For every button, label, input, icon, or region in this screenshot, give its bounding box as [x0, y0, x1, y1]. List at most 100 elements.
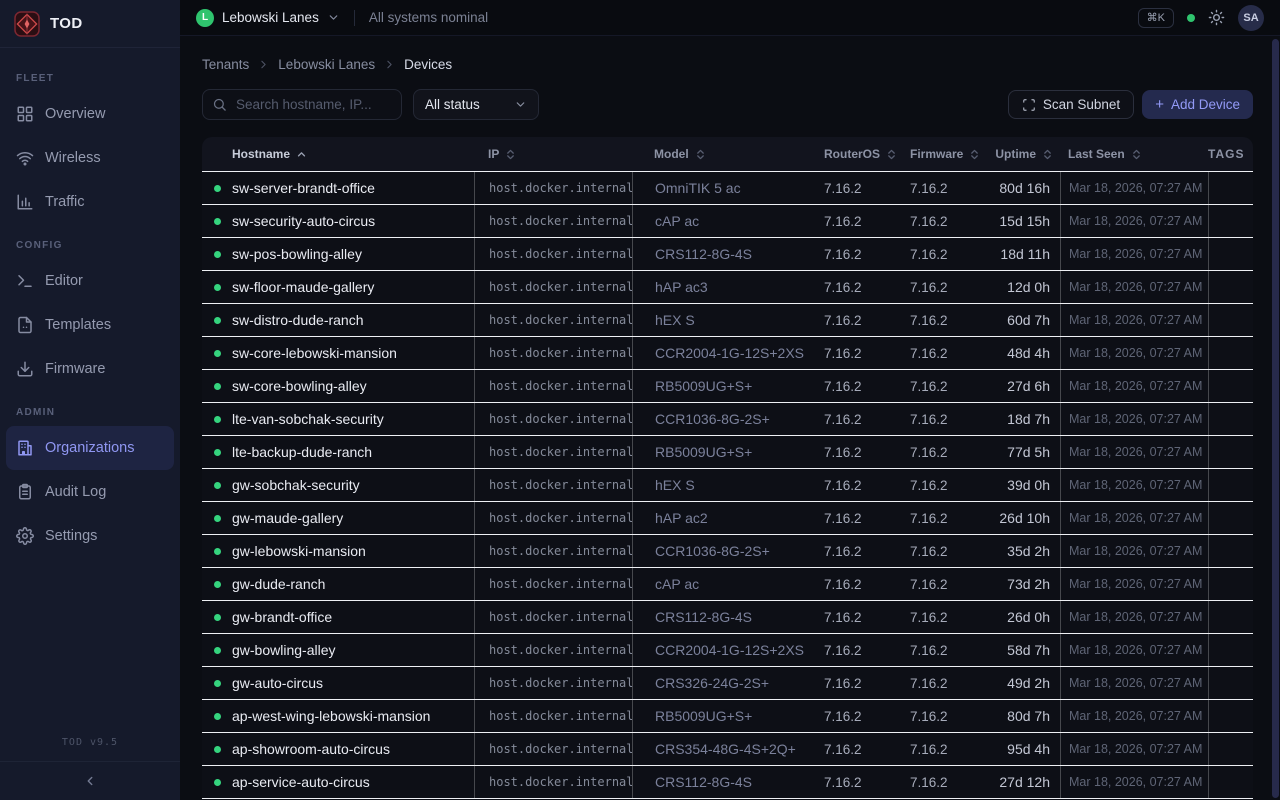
- toolbar: All status Scan Subnet + Add Device: [202, 89, 1253, 120]
- cell-status: [202, 436, 232, 468]
- sort-icon: [968, 148, 981, 161]
- sort-icon: [885, 148, 898, 161]
- sidebar: TOD FLEETOverviewWirelessTrafficCONFIGEd…: [0, 0, 180, 800]
- cell-firmware: 7.16.2: [898, 766, 984, 798]
- sidebar-item-wireless[interactable]: Wireless: [6, 136, 174, 180]
- cell-routeros: 7.16.2: [812, 205, 898, 237]
- cell-hostname: lte-backup-dude-ranch: [232, 436, 474, 468]
- sidebar-item-templates[interactable]: Templates: [6, 303, 174, 347]
- device-row[interactable]: gw-sobchak-securityhost.docker.internalh…: [202, 469, 1253, 502]
- table-header-row: HostnameIPModelRouterOS Firmware UptimeLas…: [202, 137, 1253, 172]
- cell-status: [202, 634, 232, 666]
- cell-status: [202, 568, 232, 600]
- sort-icon: [1041, 148, 1054, 161]
- sidebar-item-organizations[interactable]: Organizations: [6, 426, 174, 470]
- cell-status: [202, 601, 232, 633]
- device-row[interactable]: gw-dude-ranchhost.docker.internalcAP ac7…: [202, 568, 1253, 601]
- sidebar-item-settings[interactable]: Settings: [6, 514, 174, 558]
- status-dot-online: [214, 284, 221, 291]
- cell-hostname: gw-auto-circus: [232, 667, 474, 699]
- device-row[interactable]: lte-backup-dude-ranchhost.docker.interna…: [202, 436, 1253, 469]
- cell-tags: [1208, 766, 1253, 798]
- device-row[interactable]: sw-core-lebowski-mansionhost.docker.inte…: [202, 337, 1253, 370]
- sidebar-nav: FLEETOverviewWirelessTrafficCONFIGEditor…: [0, 48, 180, 558]
- sidebar-item-firmware[interactable]: Firmware: [6, 347, 174, 391]
- cell-last-seen: Mar 18, 2026, 07:27 AM: [1060, 700, 1208, 732]
- search-box: [202, 89, 402, 120]
- column-header-hostname[interactable]: Hostname: [232, 137, 474, 171]
- breadcrumb-tenants[interactable]: Tenants: [202, 57, 249, 72]
- cell-tags: [1208, 700, 1253, 732]
- cell-uptime: 12d 0h: [984, 271, 1060, 303]
- tenant-switcher[interactable]: L Lebowski Lanes: [196, 9, 340, 27]
- cell-firmware: 7.16.2: [898, 502, 984, 534]
- cell-tags: [1208, 271, 1253, 303]
- sidebar-item-editor[interactable]: Editor: [6, 259, 174, 303]
- device-row[interactable]: gw-bowling-alleyhost.docker.internalCCR2…: [202, 634, 1253, 667]
- theme-toggle-sun-icon[interactable]: [1208, 9, 1225, 26]
- cell-uptime: 26d 10h: [984, 502, 1060, 534]
- column-header-routeros[interactable]: RouterOS: [812, 137, 898, 171]
- sidebar-item-audit-log[interactable]: Audit Log: [6, 470, 174, 514]
- sidebar-item-overview[interactable]: Overview: [6, 92, 174, 136]
- device-row[interactable]: gw-lebowski-mansionhost.docker.internalC…: [202, 535, 1253, 568]
- device-row[interactable]: sw-core-bowling-alleyhost.docker.interna…: [202, 370, 1253, 403]
- cell-routeros: 7.16.2: [812, 634, 898, 666]
- cell-firmware: 7.16.2: [898, 601, 984, 633]
- device-row[interactable]: sw-distro-dude-ranchhost.docker.internal…: [202, 304, 1253, 337]
- device-row[interactable]: ap-service-auto-circushost.docker.intern…: [202, 766, 1253, 799]
- breadcrumb-devices[interactable]: Devices: [404, 57, 452, 72]
- cell-model: OmniTIK 5 ac: [632, 172, 812, 204]
- cell-ip: host.docker.internal: [474, 271, 632, 303]
- cell-model: CCR1036-8G-2S+: [632, 535, 812, 567]
- sidebar-item-label: Organizations: [45, 440, 134, 456]
- device-row[interactable]: sw-floor-maude-galleryhost.docker.intern…: [202, 271, 1253, 304]
- column-header-last_seen[interactable]: Last Seen: [1060, 137, 1208, 171]
- breadcrumb-lebowski-lanes[interactable]: Lebowski Lanes: [278, 57, 375, 72]
- sort-icon: [504, 148, 517, 161]
- gear-icon: [16, 527, 34, 545]
- cell-last-seen: Mar 18, 2026, 07:27 AM: [1060, 535, 1208, 567]
- device-row[interactable]: gw-maude-galleryhost.docker.internalhAP …: [202, 502, 1253, 535]
- cell-routeros: 7.16.2: [812, 502, 898, 534]
- device-row[interactable]: gw-brandt-officehost.docker.internalCRS1…: [202, 601, 1253, 634]
- cell-tags: [1208, 535, 1253, 567]
- device-row[interactable]: sw-pos-bowling-alleyhost.docker.internal…: [202, 238, 1253, 271]
- device-row[interactable]: ap-west-wing-lebowski-mansionhost.docker…: [202, 700, 1253, 733]
- chevron-right-icon: [383, 58, 396, 71]
- cell-uptime: 39d 0h: [984, 469, 1060, 501]
- column-header-model[interactable]: Model: [632, 137, 812, 171]
- cell-hostname: lte-van-sobchak-security: [232, 403, 474, 435]
- device-row[interactable]: ap-showroom-auto-circushost.docker.inter…: [202, 733, 1253, 766]
- column-label: Firmware: [910, 147, 963, 161]
- cell-uptime: 15d 15h: [984, 205, 1060, 237]
- cell-hostname: ap-service-auto-circus: [232, 766, 474, 798]
- device-row[interactable]: gw-auto-circushost.docker.internalCRS326…: [202, 667, 1253, 700]
- cell-hostname: sw-security-auto-circus: [232, 205, 474, 237]
- device-row[interactable]: lte-van-sobchak-securityhost.docker.inte…: [202, 403, 1253, 436]
- column-header-firmware[interactable]: Firmware: [898, 137, 984, 171]
- column-header-uptime[interactable]: Uptime: [984, 137, 1060, 171]
- sidebar-item-traffic[interactable]: Traffic: [6, 180, 174, 224]
- cell-status: [202, 205, 232, 237]
- search-input[interactable]: [202, 89, 402, 120]
- cell-status: [202, 370, 232, 402]
- sidebar-item-label: Firmware: [45, 361, 105, 377]
- cell-hostname: gw-maude-gallery: [232, 502, 474, 534]
- add-device-button[interactable]: + Add Device: [1142, 90, 1253, 119]
- device-row[interactable]: sw-server-brandt-officehost.docker.inter…: [202, 172, 1253, 205]
- sidebar-collapse-button[interactable]: [0, 761, 180, 800]
- column-header-ip[interactable]: IP: [474, 137, 632, 171]
- cell-model: cAP ac: [632, 205, 812, 237]
- user-avatar[interactable]: SA: [1238, 5, 1264, 31]
- cell-firmware: 7.16.2: [898, 733, 984, 765]
- device-row[interactable]: sw-security-auto-circushost.docker.inter…: [202, 205, 1253, 238]
- cell-model: CCR2004-1G-12S+2XS: [632, 337, 812, 369]
- cell-hostname: gw-bowling-alley: [232, 634, 474, 666]
- cell-ip: host.docker.internal: [474, 601, 632, 633]
- cell-status: [202, 238, 232, 270]
- status-filter-select[interactable]: All status: [413, 89, 539, 120]
- scan-icon: [1022, 98, 1036, 112]
- command-palette-shortcut[interactable]: ⌘K: [1138, 8, 1174, 28]
- scan-subnet-button[interactable]: Scan Subnet: [1008, 90, 1134, 119]
